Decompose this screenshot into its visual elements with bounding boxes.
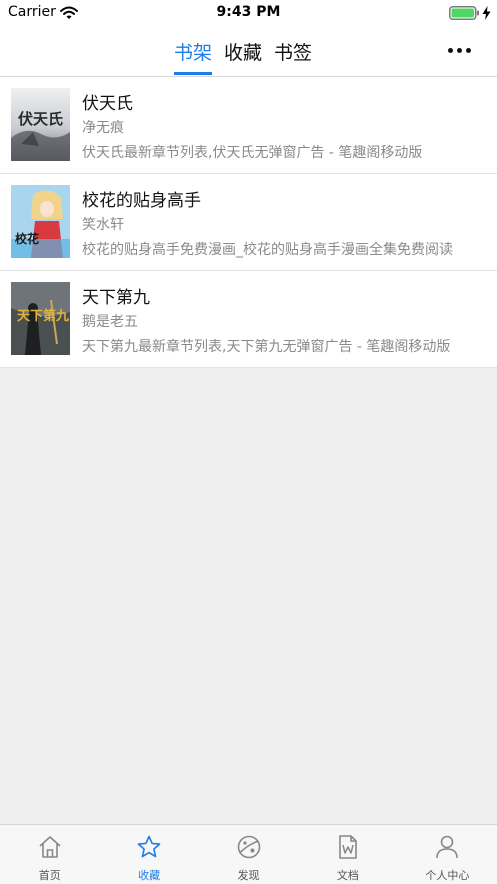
cover-title: 校花 [15,231,39,246]
tabbar-label: 首页 [38,869,61,882]
list-item[interactable]: 伏天氏 伏天氏 净无痕 伏天氏最新章节列表,伏天氏无弹窗广告 - 笔趣阁移动版 [0,77,497,174]
document-icon [335,834,361,860]
book-list: 伏天氏 伏天氏 净无痕 伏天氏最新章节列表,伏天氏无弹窗广告 - 笔趣阁移动版 … [0,77,497,368]
tabbar-item-home[interactable]: 首页 [0,825,99,884]
star-icon [136,834,162,860]
book-author: 净无痕 [82,120,124,136]
tabbar-label: 个人中心 [425,869,470,882]
tabbar-label: 发现 [237,869,260,882]
list-item[interactable]: 天下第九 天下第九 鹅是老五 天下第九最新章节列表,天下第九无弹窗广告 - 笔趣… [0,271,497,368]
book-author: 笑水轩 [82,217,124,233]
person-icon [434,834,460,860]
cover-title: 天下第九 [17,308,69,324]
bottom-tab-bar: 首页 收藏 发现 文档 个人中心 [0,824,497,884]
book-cover: 校花 [11,185,70,258]
book-title: 伏天氏 [82,94,133,114]
header-tabs: 书架 收藏 书签 [174,38,324,76]
charging-icon [482,5,491,24]
book-description: 伏天氏最新章节列表,伏天氏无弹窗广告 - 笔趣阁移动版 [82,145,423,161]
tab-bookmarks[interactable]: 书签 [274,38,312,76]
tabbar-label: 文档 [336,869,359,882]
clock: 9:43 PM [216,4,281,20]
tab-bookshelf[interactable]: 书架 [174,38,213,76]
book-description: 天下第九最新章节列表,天下第九无弹窗广告 - 笔趣阁移动版 [82,339,451,355]
home-icon [37,834,63,860]
ellipsis-icon [457,48,462,53]
list-item[interactable]: 校花 校花的贴身高手 笑水轩 校花的贴身高手免费漫画_校花的贴身高手漫画全集免费… [0,174,497,271]
tab-favorites[interactable]: 收藏 [224,38,262,76]
ellipsis-icon [466,48,471,53]
book-title: 校花的贴身高手 [82,191,201,211]
cover-title: 伏天氏 [18,110,63,128]
more-options-button[interactable] [448,48,472,56]
battery-icon [449,5,480,24]
ellipsis-icon [448,48,453,53]
tabbar-item-favorites[interactable]: 收藏 [99,825,198,884]
book-cover: 天下第九 [11,282,70,355]
tabbar-label: 收藏 [138,869,161,882]
tabbar-item-discover[interactable]: 发现 [199,825,298,884]
tabbar-item-profile[interactable]: 个人中心 [398,825,497,884]
nav-bar: 书架 收藏 书签 [0,26,497,77]
tabbar-item-documents[interactable]: 文档 [298,825,397,884]
book-title: 天下第九 [82,288,150,308]
status-bar: Carrier 9:43 PM [0,0,497,26]
book-author: 鹅是老五 [82,314,138,330]
book-description: 校花的贴身高手免费漫画_校花的贴身高手漫画全集免费阅读 [82,242,453,258]
book-cover: 伏天氏 [11,88,70,161]
planet-icon [236,834,262,860]
